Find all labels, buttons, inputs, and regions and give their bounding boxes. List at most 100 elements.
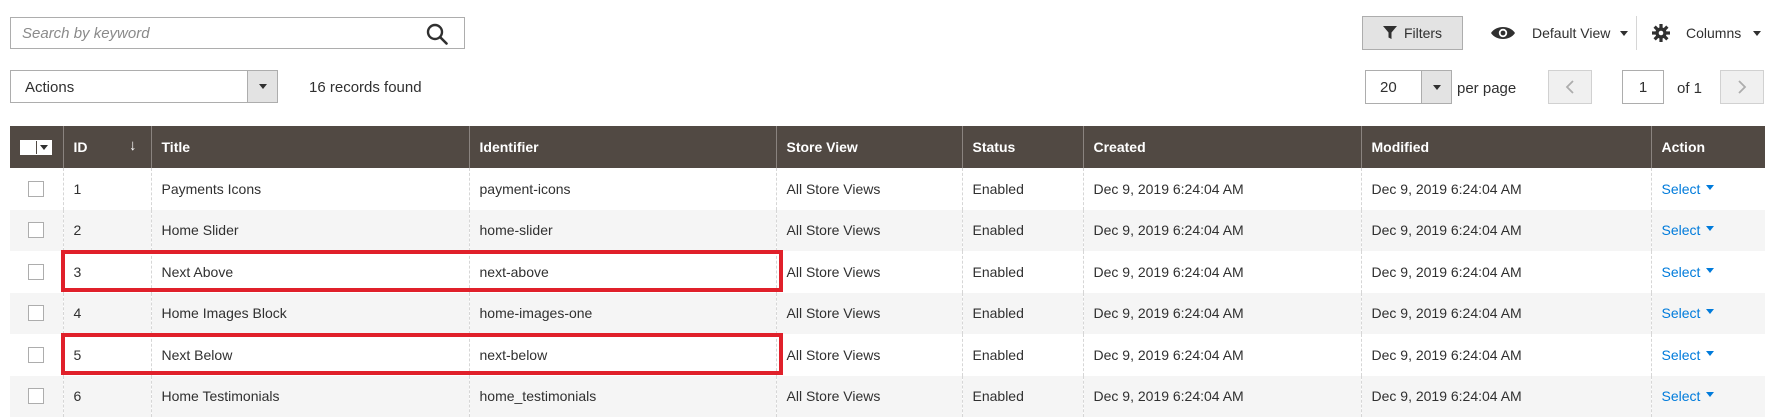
cell-title: Next Above	[150, 251, 469, 293]
cell-created: Dec 9, 2019 6:24:04 AM	[1082, 209, 1361, 251]
previous-page-button[interactable]	[1548, 70, 1592, 104]
cell-status: Enabled	[961, 168, 1083, 210]
view-switcher[interactable]: Default View	[1490, 16, 1629, 50]
per-page-select[interactable]: 20	[1365, 70, 1452, 104]
table-row[interactable]: 5 Next Below next-below All Store Views …	[10, 334, 1765, 376]
cell-identifier: payment-icons	[468, 168, 776, 210]
cell-status: Enabled	[961, 251, 1083, 293]
mass-select-header	[10, 126, 63, 168]
select-action-link[interactable]: Select	[1662, 388, 1715, 404]
gear-icon	[1652, 24, 1670, 42]
toolbar-divider	[1636, 16, 1637, 50]
column-header-action: Action	[1650, 126, 1765, 168]
cell-created: Dec 9, 2019 6:24:04 AM	[1082, 375, 1361, 417]
cell-id: 2	[62, 209, 151, 251]
chevron-down-icon	[1706, 392, 1715, 398]
table-row[interactable]: 2 Home Slider home-slider All Store View…	[10, 209, 1765, 251]
cell-action: Select	[1650, 334, 1765, 376]
table-row[interactable]: 3 Next Above next-above All Store Views …	[10, 251, 1765, 293]
cell-status: Enabled	[961, 375, 1083, 417]
chevron-down-icon	[1706, 184, 1715, 190]
cell-status: Enabled	[961, 334, 1083, 376]
cell-title: Home Slider	[150, 209, 469, 251]
chevron-down-icon	[1706, 267, 1715, 273]
cell-store-view: All Store Views	[775, 209, 962, 251]
search-icon[interactable]	[426, 23, 448, 45]
sort-down-arrow-icon: ↓	[129, 137, 137, 154]
chevron-down-icon	[1706, 226, 1715, 232]
per-page-label: per page	[1457, 80, 1517, 97]
cell-action: Select	[1650, 292, 1765, 334]
per-page-arrow[interactable]	[1421, 71, 1451, 103]
row-checkbox[interactable]	[28, 263, 45, 280]
cell-store-view: All Store Views	[775, 168, 962, 210]
eye-icon	[1491, 27, 1515, 39]
cell-modified: Dec 9, 2019 6:24:04 AM	[1360, 251, 1651, 293]
total-pages: of 1	[1677, 80, 1703, 97]
table-header-row: ID ↓ Title Identifier Store View Status C…	[10, 126, 1765, 168]
row-checkbox-cell	[10, 168, 63, 210]
actions-arrow[interactable]	[247, 71, 277, 102]
data-table: ID ↓ Title Identifier Store View Status C…	[10, 126, 1765, 417]
column-header-store-view[interactable]: Store View	[775, 126, 962, 168]
cell-identifier: home_testimonials	[468, 375, 776, 417]
search-box	[10, 17, 465, 49]
chevron-down-icon	[1706, 309, 1715, 315]
select-action-link[interactable]: Select	[1662, 181, 1715, 197]
column-header-id[interactable]: ID ↓	[62, 126, 151, 168]
cell-status: Enabled	[961, 292, 1083, 334]
row-checkbox-cell	[10, 375, 63, 417]
cell-identifier: home-images-one	[468, 292, 776, 334]
column-header-modified[interactable]: Modified	[1360, 126, 1651, 168]
row-checkbox-cell	[10, 251, 63, 293]
column-header-identifier[interactable]: Identifier	[468, 126, 776, 168]
cell-created: Dec 9, 2019 6:24:04 AM	[1082, 168, 1361, 210]
view-label: Default View	[1532, 25, 1611, 41]
actions-dropdown[interactable]: Actions	[10, 70, 278, 103]
chevron-left-icon	[1565, 80, 1574, 94]
cell-title: Home Testimonials	[150, 375, 469, 417]
select-action-link[interactable]: Select	[1662, 222, 1715, 238]
cell-created: Dec 9, 2019 6:24:04 AM	[1082, 334, 1361, 376]
row-checkbox[interactable]	[28, 305, 45, 322]
row-checkbox[interactable]	[28, 388, 45, 405]
column-header-status[interactable]: Status	[961, 126, 1083, 168]
cell-created: Dec 9, 2019 6:24:04 AM	[1082, 292, 1361, 334]
chevron-down-icon	[1753, 30, 1762, 36]
cell-store-view: All Store Views	[775, 334, 962, 376]
row-checkbox[interactable]	[28, 346, 45, 363]
column-header-created[interactable]: Created	[1082, 126, 1361, 168]
select-action-link[interactable]: Select	[1662, 305, 1715, 321]
cell-identifier: next-below	[468, 334, 776, 376]
table-row[interactable]: 6 Home Testimonials home_testimonials Al…	[10, 375, 1765, 417]
search-input[interactable]	[11, 18, 411, 48]
row-checkbox[interactable]	[28, 222, 45, 239]
row-checkbox-cell	[10, 209, 63, 251]
cell-id: 5	[62, 334, 151, 376]
cell-status: Enabled	[961, 209, 1083, 251]
columns-label: Columns	[1686, 25, 1742, 41]
chevron-down-icon	[1706, 350, 1715, 356]
table-row[interactable]: 4 Home Images Block home-images-one All …	[10, 292, 1765, 334]
mass-select-control[interactable]	[20, 139, 53, 155]
cell-id: 6	[62, 375, 151, 417]
table-row[interactable]: 1 Payments Icons payment-icons All Store…	[10, 168, 1765, 210]
page-number-input[interactable]	[1622, 70, 1664, 104]
select-action-link[interactable]: Select	[1662, 264, 1715, 280]
row-checkbox-cell	[10, 292, 63, 334]
filters-button[interactable]: Filters	[1362, 16, 1463, 50]
cell-modified: Dec 9, 2019 6:24:04 AM	[1360, 375, 1651, 417]
select-action-link[interactable]: Select	[1662, 347, 1715, 363]
filters-label: Filters	[1403, 25, 1443, 41]
column-header-title[interactable]: Title	[150, 126, 469, 168]
cell-title: Next Below	[150, 334, 469, 376]
cell-store-view: All Store Views	[775, 251, 962, 293]
chevron-down-icon	[1432, 84, 1441, 90]
cell-store-view: All Store Views	[775, 292, 962, 334]
mass-select-checkbox[interactable]	[21, 140, 38, 154]
cell-modified: Dec 9, 2019 6:24:04 AM	[1360, 334, 1651, 376]
row-checkbox[interactable]	[28, 180, 45, 197]
next-page-button[interactable]	[1720, 70, 1764, 104]
cell-identifier: next-above	[468, 251, 776, 293]
columns-button[interactable]: Columns	[1652, 16, 1762, 50]
